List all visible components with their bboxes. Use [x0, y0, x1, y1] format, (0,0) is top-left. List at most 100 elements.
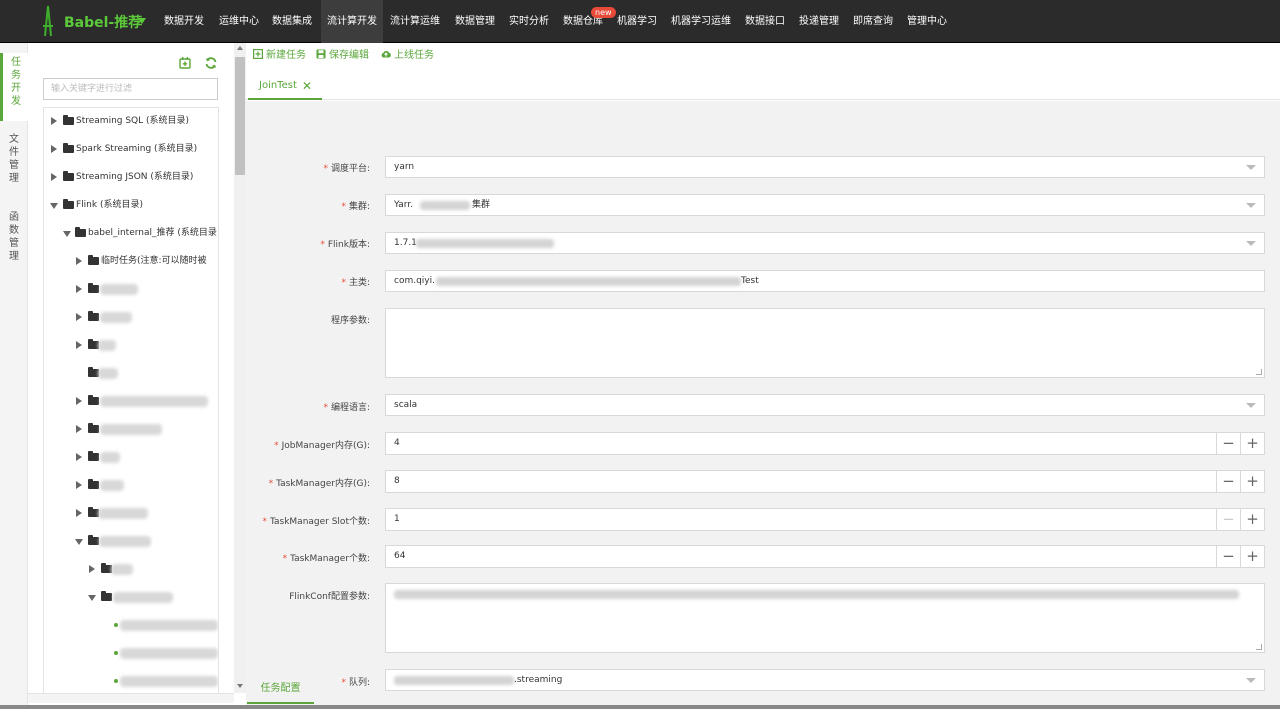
plus-icon[interactable]: +	[1240, 432, 1265, 455]
tree-leaf-redacted[interactable]	[114, 672, 218, 690]
expand-icon[interactable]	[76, 397, 82, 405]
expand-icon[interactable]	[76, 509, 82, 517]
scrollbar-thumb[interactable]	[235, 57, 245, 175]
chevron-down-icon[interactable]	[138, 18, 146, 24]
brand-name[interactable]: Babel-推荐	[64, 12, 142, 32]
tree-node-redacted[interactable]	[88, 588, 218, 606]
new-task-button[interactable]: 新建任务	[253, 49, 306, 63]
nav-item-machine-learning[interactable]: 机器学习	[617, 0, 657, 43]
tm-count-stepper[interactable]: 64 − +	[385, 545, 1265, 568]
expand-icon[interactable]	[76, 313, 82, 321]
expand-icon[interactable]	[76, 453, 82, 461]
tree-node-streaming-sql[interactable]: Streaming SQL (系统目录)	[51, 112, 218, 130]
publish-task-button[interactable]: 上线任务	[381, 49, 434, 63]
tree-node-spark-streaming[interactable]: Spark Streaming (系统目录)	[51, 140, 218, 158]
minus-icon[interactable]: −	[1216, 508, 1241, 531]
nav-item-data-management[interactable]: 数据管理	[455, 0, 495, 43]
tab-task-config[interactable]: 任务配置	[247, 672, 314, 704]
program-args-textarea[interactable]	[385, 308, 1265, 378]
tab-label: JoinTest	[259, 80, 297, 91]
tree-node-streaming-json[interactable]: Streaming JSON (系统目录)	[51, 168, 218, 186]
add-folder-icon[interactable]	[178, 56, 192, 70]
platform-select[interactable]: yarn	[385, 156, 1265, 178]
scroll-down-icon[interactable]	[237, 684, 243, 688]
nav-item-data-integration[interactable]: 数据集成	[272, 0, 312, 43]
minus-icon[interactable]: −	[1216, 545, 1241, 568]
tree-leaf-redacted[interactable]	[114, 644, 218, 662]
tree-node-redacted[interactable]	[76, 364, 218, 382]
plus-icon[interactable]: +	[1240, 508, 1265, 531]
tm-slots-stepper[interactable]: 1 − +	[385, 508, 1265, 531]
queue-select[interactable]: .streaming	[385, 669, 1265, 691]
jm-memory-stepper[interactable]: 4 − +	[385, 432, 1265, 455]
editor-tabs: JoinTest ✕	[246, 69, 1280, 100]
expand-icon[interactable]	[76, 285, 82, 293]
task-tree: Streaming SQL (系统目录) Spark Streaming (系统…	[43, 107, 219, 693]
nav-item-stream-dev[interactable]: 流计算开发	[321, 0, 383, 43]
expand-icon[interactable]	[76, 425, 82, 433]
folder-icon	[63, 199, 74, 209]
vtab-function-management[interactable]: 函 数 管 理	[0, 211, 28, 277]
scroll-up-icon[interactable]	[237, 46, 243, 50]
expand-icon[interactable]	[76, 341, 82, 349]
cluster-select[interactable]: Yarr. 集群	[385, 194, 1265, 216]
tree-node-redacted[interactable]	[76, 504, 218, 522]
tree-node-redacted[interactable]	[76, 420, 218, 438]
tree-horizontal-scrollbar[interactable]	[28, 693, 234, 703]
tree-node-redacted[interactable]	[76, 336, 218, 354]
nav-item-data-dev[interactable]: 数据开发	[164, 0, 204, 43]
tree-node-redacted[interactable]	[75, 532, 218, 550]
flink-conf-textarea[interactable]	[385, 583, 1265, 653]
vtab-file-management[interactable]: 文 件 管 理	[0, 133, 28, 199]
nav-item-admin-center[interactable]: 管理中心	[907, 0, 947, 43]
language-select[interactable]: scala	[385, 394, 1265, 416]
expand-icon[interactable]	[51, 117, 57, 125]
tree-leaf-redacted[interactable]	[114, 616, 218, 634]
plus-icon[interactable]: +	[1240, 470, 1265, 493]
folder-icon	[88, 255, 99, 265]
nav-item-ml-ops[interactable]: 机器学习运维	[671, 0, 731, 43]
nav-item-realtime-analysis[interactable]: 实时分析	[509, 0, 549, 43]
nav-item-data-api[interactable]: 数据接口	[745, 0, 785, 43]
tree-node-redacted[interactable]	[89, 560, 218, 578]
vtab-char: 函	[9, 212, 19, 223]
save-edit-button[interactable]: 保存编辑	[316, 49, 369, 63]
resize-handle-icon[interactable]	[1256, 369, 1262, 375]
redacted-label	[120, 620, 218, 631]
vtab-task-dev[interactable]: 任 务 开 发	[0, 53, 29, 121]
redacted-value	[394, 590, 1239, 599]
tree-node-redacted[interactable]	[76, 308, 218, 326]
tab-jointest[interactable]: JoinTest ✕	[248, 73, 322, 100]
collapse-icon[interactable]	[75, 539, 83, 545]
close-icon[interactable]: ✕	[302, 73, 312, 99]
nav-item-ops-center[interactable]: 运维中心	[219, 0, 259, 43]
minus-icon[interactable]: −	[1216, 432, 1241, 455]
tree-vertical-scrollbar[interactable]	[234, 43, 246, 693]
tree-node-babel-internal[interactable]: babel_internal_推荐 (系统目录	[63, 224, 218, 242]
expand-icon[interactable]	[51, 173, 57, 181]
tree-node-redacted[interactable]	[76, 476, 218, 494]
tree-node-redacted[interactable]	[76, 448, 218, 466]
collapse-icon[interactable]	[88, 595, 96, 601]
tree-node-redacted[interactable]	[76, 280, 218, 298]
nav-item-adhoc-query[interactable]: 即席查询	[853, 0, 893, 43]
minus-icon[interactable]: −	[1216, 470, 1241, 493]
expand-icon[interactable]	[89, 565, 95, 573]
nav-item-delivery[interactable]: 投递管理	[799, 0, 839, 43]
tree-node-temp-tasks[interactable]: 临时任务(注意:可以随时被	[76, 252, 218, 270]
tree-filter-input[interactable]	[43, 78, 218, 100]
tree-node-redacted[interactable]	[76, 392, 218, 410]
nav-item-stream-ops[interactable]: 流计算运维	[390, 0, 440, 43]
collapse-icon[interactable]	[50, 203, 58, 209]
resize-handle-icon[interactable]	[1256, 644, 1262, 650]
plus-icon[interactable]: +	[1240, 545, 1265, 568]
collapse-icon[interactable]	[63, 231, 71, 237]
tree-node-flink[interactable]: Flink (系统目录)	[50, 196, 218, 214]
expand-icon[interactable]	[51, 145, 57, 153]
flink-version-select[interactable]: 1.7.1	[385, 232, 1265, 254]
refresh-icon[interactable]	[204, 56, 218, 70]
tm-memory-stepper[interactable]: 8 − +	[385, 470, 1265, 493]
expand-icon[interactable]	[76, 481, 82, 489]
main-class-input[interactable]: com.qiyi. Test	[385, 270, 1265, 292]
expand-icon[interactable]	[76, 257, 82, 265]
